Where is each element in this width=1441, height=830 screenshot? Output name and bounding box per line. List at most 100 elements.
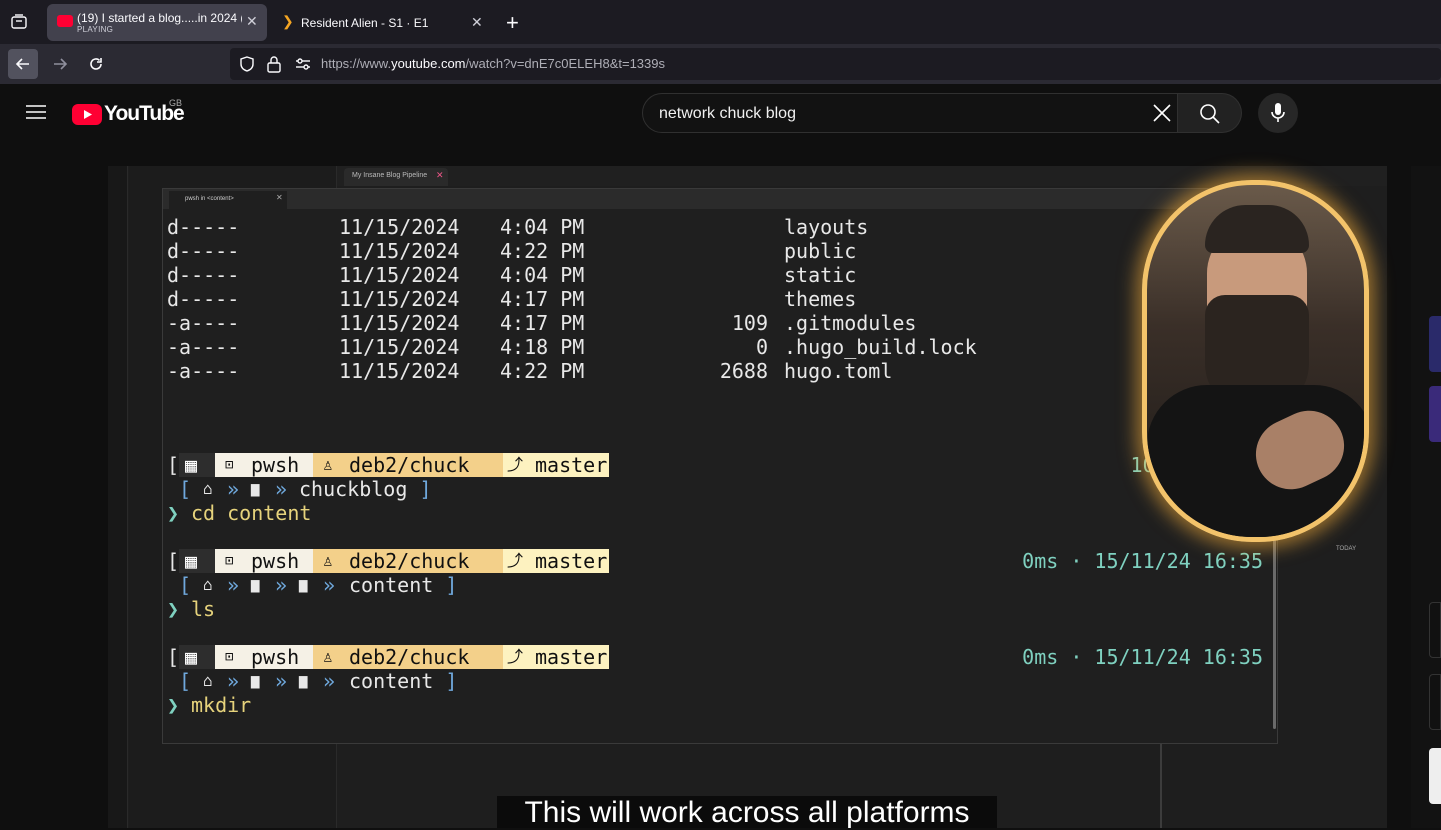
path-separator: »: [275, 669, 288, 693]
user-icon: ♙: [323, 551, 333, 570]
video-caption: This will work across all platforms: [497, 796, 997, 829]
recommendation-thumbnail[interactable]: [1429, 316, 1441, 372]
listing-date: 11/15/2024: [339, 215, 460, 239]
listing-date: 11/15/2024: [339, 239, 460, 263]
search-button[interactable]: [1178, 93, 1242, 133]
listing-size: 2688: [719, 359, 768, 383]
forward-button[interactable]: [45, 49, 75, 79]
terminal-tab-title: pwsh in <content>: [185, 196, 234, 202]
prompt-chevron: ❯: [167, 693, 180, 717]
menu-icon[interactable]: [26, 104, 46, 120]
listing-mode: d-----: [167, 239, 240, 263]
terminal-icon: ⊡: [225, 457, 234, 473]
listing-date: 11/15/2024: [339, 335, 460, 359]
terminal-tab-close-icon: ✕: [276, 193, 283, 202]
url-path: /watch?v=dnE7c0ELEH8&t=1339s: [465, 56, 665, 71]
home-icon: ⌂: [203, 479, 213, 498]
listing-date: 11/15/2024: [339, 311, 460, 335]
browser-tab-bar: (19) I started a blog.....in 2024 (v PLA…: [0, 0, 1441, 44]
prompt-timing: 0ms · 15/11/24 16:35: [1022, 549, 1263, 573]
git-branch-icon: ⤴: [507, 647, 524, 666]
windows-icon: ▦: [179, 645, 215, 669]
folder-icon: ▆: [251, 481, 260, 497]
close-tab-icon[interactable]: ✕: [246, 13, 258, 30]
prompt-command: ls: [191, 597, 216, 621]
path-separator: »: [275, 573, 288, 597]
recommendation-thumbnail[interactable]: [1429, 748, 1441, 804]
recommendation-thumbnail[interactable]: [1429, 674, 1441, 730]
url-text[interactable]: https://www.youtube.com/watch?v=dnE7c0EL…: [321, 56, 665, 71]
path-separator: »: [323, 669, 336, 693]
path-separator: »: [323, 573, 336, 597]
voice-search-button[interactable]: [1258, 93, 1298, 133]
path-separator: »: [275, 477, 288, 501]
arrow-right-icon: [54, 58, 68, 70]
prompt-bracket: [: [167, 453, 180, 477]
reload-button[interactable]: [81, 49, 111, 79]
search-box[interactable]: network chuck blog: [642, 93, 1178, 133]
tab-favicon-icon: ❯: [282, 13, 294, 29]
recommendation-thumbnail[interactable]: [1429, 386, 1441, 442]
home-icon: ⌂: [203, 575, 213, 594]
prompt-timing: 0ms · 15/11/24 16:35: [1022, 645, 1263, 669]
listing-date: 11/15/2024: [339, 287, 460, 311]
listing-name: public: [784, 239, 857, 263]
prompt-path: chuckblog: [299, 477, 408, 501]
listing-name: themes: [784, 287, 857, 311]
shield-icon[interactable]: [238, 55, 256, 78]
obsidian-tab-close-icon: ✕: [436, 170, 444, 180]
presenter-webcam: [1142, 180, 1369, 542]
path-separator: »: [227, 477, 240, 501]
clear-search-icon[interactable]: [1152, 103, 1172, 128]
folder-icon: ▆: [299, 577, 308, 593]
path-bracket-open: [: [179, 477, 192, 501]
listing-size: 0: [755, 335, 768, 359]
terminal-icon: ⊡: [225, 553, 234, 569]
search-icon: [1200, 104, 1220, 124]
user-icon: ♙: [323, 647, 333, 666]
listing-name: layouts: [784, 215, 869, 239]
listing-time: 4:18 PM: [500, 335, 585, 359]
listing-name: static: [784, 263, 857, 287]
new-tab-icon[interactable]: +: [506, 10, 519, 36]
browser-nav-bar: https://www.youtube.com/watch?v=dnE7c0EL…: [0, 44, 1441, 84]
folder-icon: ▆: [251, 673, 260, 689]
listing-size: 109: [731, 311, 768, 335]
terminal-scrollbar: [1273, 509, 1276, 729]
calendar-today-label: TODAY: [1336, 546, 1357, 552]
windows-icon: ▦: [179, 453, 215, 477]
recommendation-thumbnail[interactable]: [1429, 602, 1441, 658]
youtube-play-icon: [72, 103, 102, 125]
path-bracket-open: [: [179, 669, 192, 693]
microphone-icon: [1271, 103, 1285, 122]
lock-icon[interactable]: [266, 55, 282, 78]
tab-youtube[interactable]: (19) I started a blog.....in 2024 (v PLA…: [47, 4, 267, 41]
listing-mode: d-----: [167, 215, 240, 239]
folder-icon: ▆: [299, 673, 308, 689]
recommendations-sidebar: [1411, 166, 1441, 828]
youtube-header: YouTube GB network chuck blog: [0, 84, 1441, 142]
back-button[interactable]: [8, 49, 38, 79]
url-domain: youtube.com: [391, 56, 466, 71]
url-bar[interactable]: https://www.youtube.com/watch?v=dnE7c0EL…: [230, 48, 1441, 80]
path-bracket-open: [: [179, 573, 192, 597]
tab-title: Resident Alien - S1 · E1: [301, 16, 429, 30]
listing-name: .gitmodules: [784, 311, 917, 335]
youtube-favicon-icon: [57, 15, 73, 27]
listing-date: 11/15/2024: [339, 263, 460, 287]
calendar-widget: TODAY: [1284, 542, 1380, 672]
prompt-command: mkdir: [191, 693, 252, 717]
youtube-logo[interactable]: YouTube GB: [72, 98, 185, 126]
search-input[interactable]: network chuck blog: [659, 105, 796, 123]
listing-mode: -a----: [167, 335, 240, 359]
tab-list-icon[interactable]: [10, 13, 28, 31]
listing-time: 4:04 PM: [500, 215, 585, 239]
path-separator: »: [227, 669, 240, 693]
prompt-chevron: ❯: [167, 501, 180, 525]
close-tab-icon[interactable]: ✕: [471, 14, 483, 31]
prompt-user: deb2/chuck: [313, 549, 503, 573]
terminal-tab-bar: pwsh in <content> ✕: [163, 189, 1277, 209]
permissions-icon[interactable]: [294, 56, 312, 77]
tab-resident-alien[interactable]: ❯ Resident Alien - S1 · E1 ✕: [272, 4, 494, 41]
listing-time: 4:22 PM: [500, 239, 585, 263]
